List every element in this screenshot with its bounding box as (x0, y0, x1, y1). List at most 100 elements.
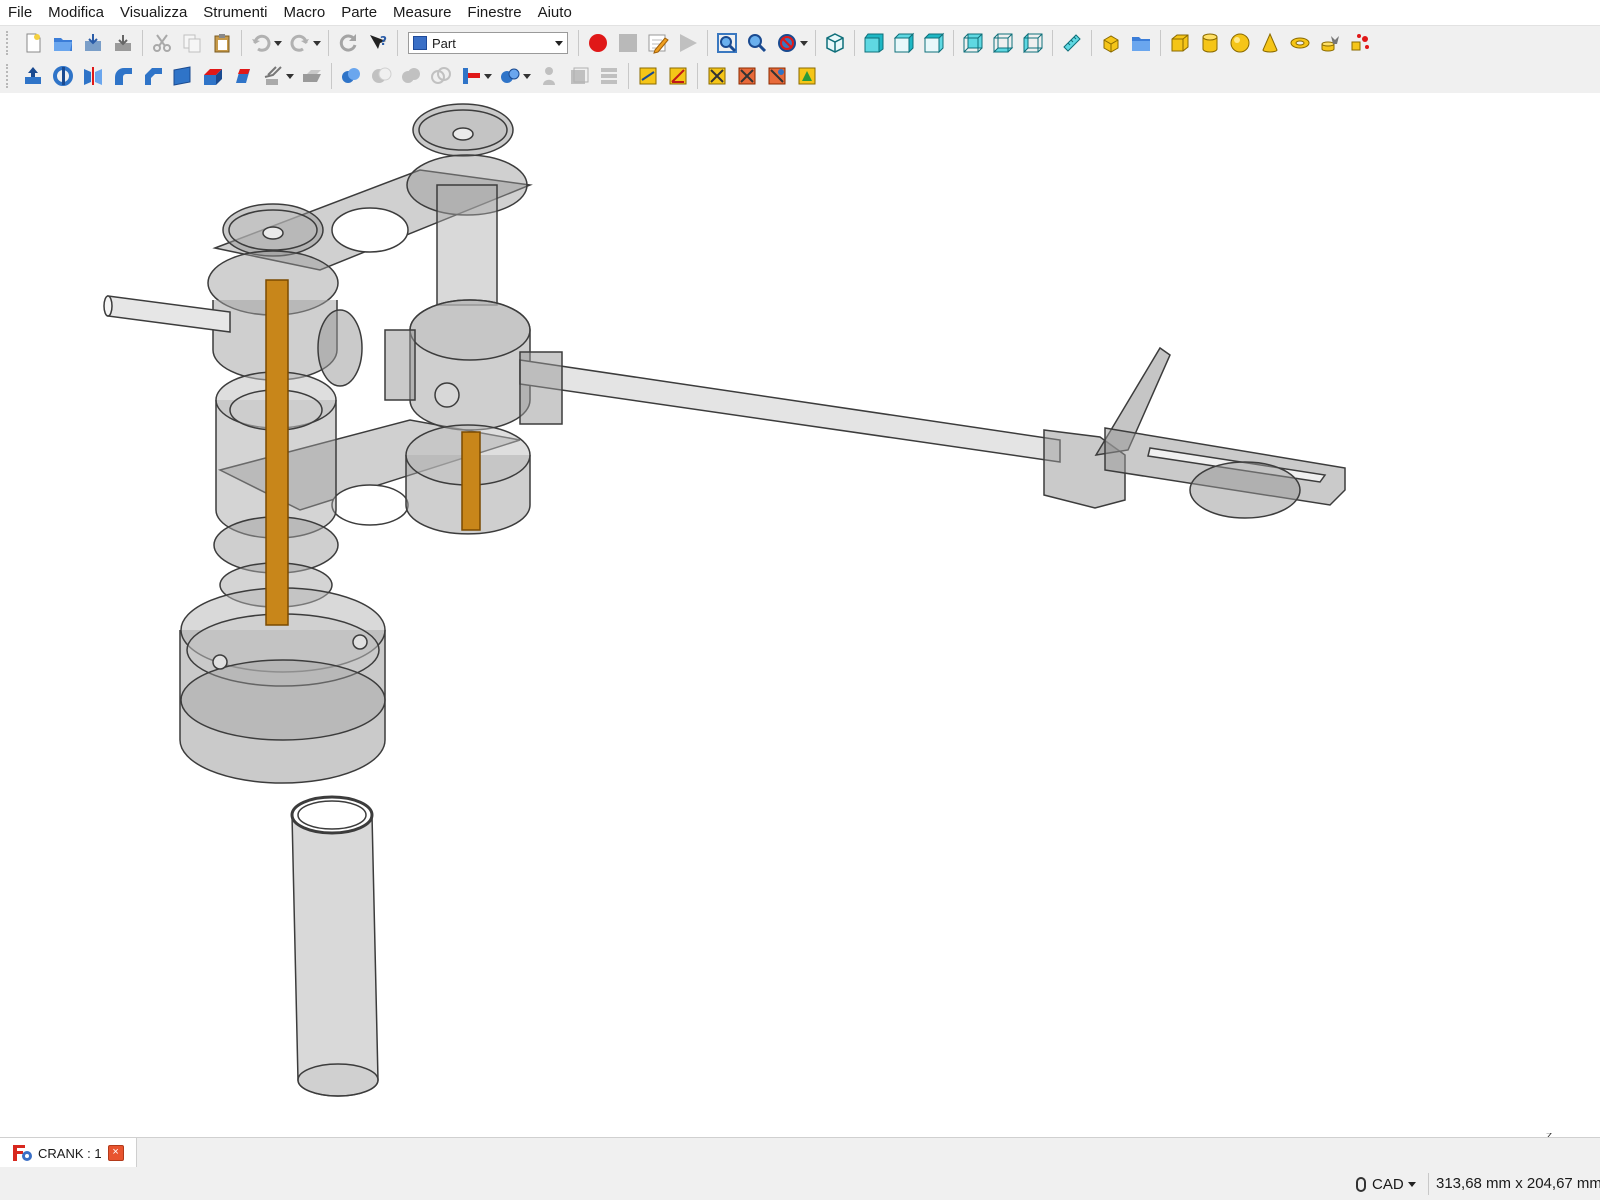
chevron-down-icon (555, 40, 563, 46)
toolbar-handle[interactable] (6, 31, 12, 55)
toolbar-handle[interactable] (6, 64, 12, 88)
workbench-selector[interactable]: Part (408, 32, 568, 54)
open-icon[interactable] (50, 30, 76, 56)
paste-icon[interactable] (209, 30, 235, 56)
rod-clamp (519, 351, 563, 425)
common-icon[interactable] (428, 63, 454, 89)
toolbar-separator (142, 30, 143, 56)
fit-selection-icon[interactable] (744, 30, 770, 56)
run-macro-icon[interactable] (675, 30, 701, 56)
copy-icon[interactable] (179, 30, 205, 56)
sweep-icon[interactable] (260, 63, 286, 89)
upper-link-hole (331, 207, 409, 253)
chamfer-icon[interactable] (140, 63, 166, 89)
torus-icon[interactable] (1287, 30, 1313, 56)
measure-refresh-icon[interactable] (704, 63, 730, 89)
sphere-icon[interactable] (1227, 30, 1253, 56)
mirror-icon[interactable] (80, 63, 106, 89)
toolbar-separator (328, 30, 329, 56)
bottom-view-icon[interactable] (990, 30, 1016, 56)
redo-icon[interactable] (287, 30, 313, 56)
check-geometry-icon[interactable] (566, 63, 592, 89)
menu-measure[interactable]: Measure (385, 0, 459, 25)
menu-visualizza[interactable]: Visualizza (112, 0, 195, 25)
toolbar-separator (331, 63, 332, 89)
right-view-icon[interactable] (921, 30, 947, 56)
fillet-icon[interactable] (110, 63, 136, 89)
isometric-view-icon[interactable] (822, 30, 848, 56)
rear-view-icon[interactable] (960, 30, 986, 56)
edit-macro-icon[interactable] (645, 30, 671, 56)
create-group-icon[interactable] (1128, 30, 1154, 56)
undo-dropdown[interactable] (274, 30, 282, 56)
cone-icon[interactable] (1257, 30, 1283, 56)
save-as-icon[interactable] (110, 30, 136, 56)
refresh-icon[interactable] (335, 30, 361, 56)
measure-distance-icon[interactable] (1059, 30, 1085, 56)
new-document-icon[interactable] (20, 30, 46, 56)
top-view-icon[interactable] (891, 30, 917, 56)
measure-toggle-delta-icon[interactable] (794, 63, 820, 89)
cut-icon[interactable] (149, 30, 175, 56)
close-icon[interactable]: × (107, 1145, 124, 1161)
toolbar-separator (1091, 30, 1092, 56)
menu-finestre[interactable]: Finestre (459, 0, 529, 25)
make-face-icon[interactable] (170, 63, 196, 89)
box-icon[interactable] (1167, 30, 1193, 56)
crank-model (103, 103, 1346, 1097)
create-part-icon[interactable] (1098, 30, 1124, 56)
toolbar-separator (628, 63, 629, 89)
loft-icon[interactable] (230, 63, 256, 89)
3d-viewport[interactable]: Z Y (0, 93, 1600, 1137)
menu-modifica[interactable]: Modifica (40, 0, 112, 25)
tab-label: CRANK : 1 (38, 1145, 102, 1161)
toolbar-separator (1160, 30, 1161, 56)
toolbar-part (0, 59, 1600, 94)
menu-macro[interactable]: Macro (276, 0, 334, 25)
menu-parte[interactable]: Parte (333, 0, 385, 25)
menu-file[interactable]: File (0, 0, 40, 25)
redo-dropdown[interactable] (313, 30, 321, 56)
save-icon[interactable] (80, 30, 106, 56)
workbench-label: Part (432, 35, 456, 51)
undo-icon[interactable] (248, 30, 274, 56)
draw-style-icon[interactable] (774, 30, 800, 56)
left-view-icon[interactable] (1020, 30, 1046, 56)
draw-style-dropdown[interactable] (800, 30, 808, 56)
defeaturing-icon[interactable] (596, 63, 622, 89)
compound-icon[interactable] (536, 63, 562, 89)
cylinder-icon[interactable] (1197, 30, 1223, 56)
section-icon[interactable] (299, 63, 325, 89)
revolve-icon[interactable] (50, 63, 76, 89)
measure-angular-icon[interactable] (665, 63, 691, 89)
navigation-style-selector[interactable]: CAD (1356, 1173, 1416, 1195)
svg-text:?: ? (380, 34, 387, 48)
split-features-icon[interactable] (497, 63, 523, 89)
tab-crank[interactable]: CRANK : 1 × (0, 1138, 137, 1168)
front-view-icon[interactable] (861, 30, 887, 56)
boolean-icon[interactable] (338, 63, 364, 89)
measure-clear-icon[interactable] (734, 63, 760, 89)
tube-icon[interactable] (1317, 30, 1343, 56)
record-macro-icon[interactable] (585, 30, 611, 56)
fit-all-icon[interactable] (714, 30, 740, 56)
menu-strumenti[interactable]: Strumenti (195, 0, 275, 25)
stop-macro-icon[interactable] (615, 30, 641, 56)
extrude-icon[interactable] (20, 63, 46, 89)
long-rod (519, 359, 1061, 463)
ruled-surface-icon[interactable] (200, 63, 226, 89)
join-dropdown[interactable] (484, 63, 492, 89)
status-bar: CAD 313,68 mm x 204,67 mm (0, 1167, 1600, 1200)
split-dropdown[interactable] (523, 63, 531, 89)
primitives-icon[interactable] (1347, 30, 1373, 56)
whats-this-icon[interactable]: ? (365, 30, 391, 56)
join-features-icon[interactable] (458, 63, 484, 89)
loose-tube (291, 814, 379, 1097)
toolbar-separator (953, 30, 954, 56)
fuse-icon[interactable] (398, 63, 424, 89)
cut-icon[interactable] (368, 63, 394, 89)
sweep-dropdown[interactable] (286, 63, 294, 89)
measure-toggle-3d-icon[interactable] (764, 63, 790, 89)
menu-aiuto[interactable]: Aiuto (530, 0, 580, 25)
measure-linear-icon[interactable] (635, 63, 661, 89)
